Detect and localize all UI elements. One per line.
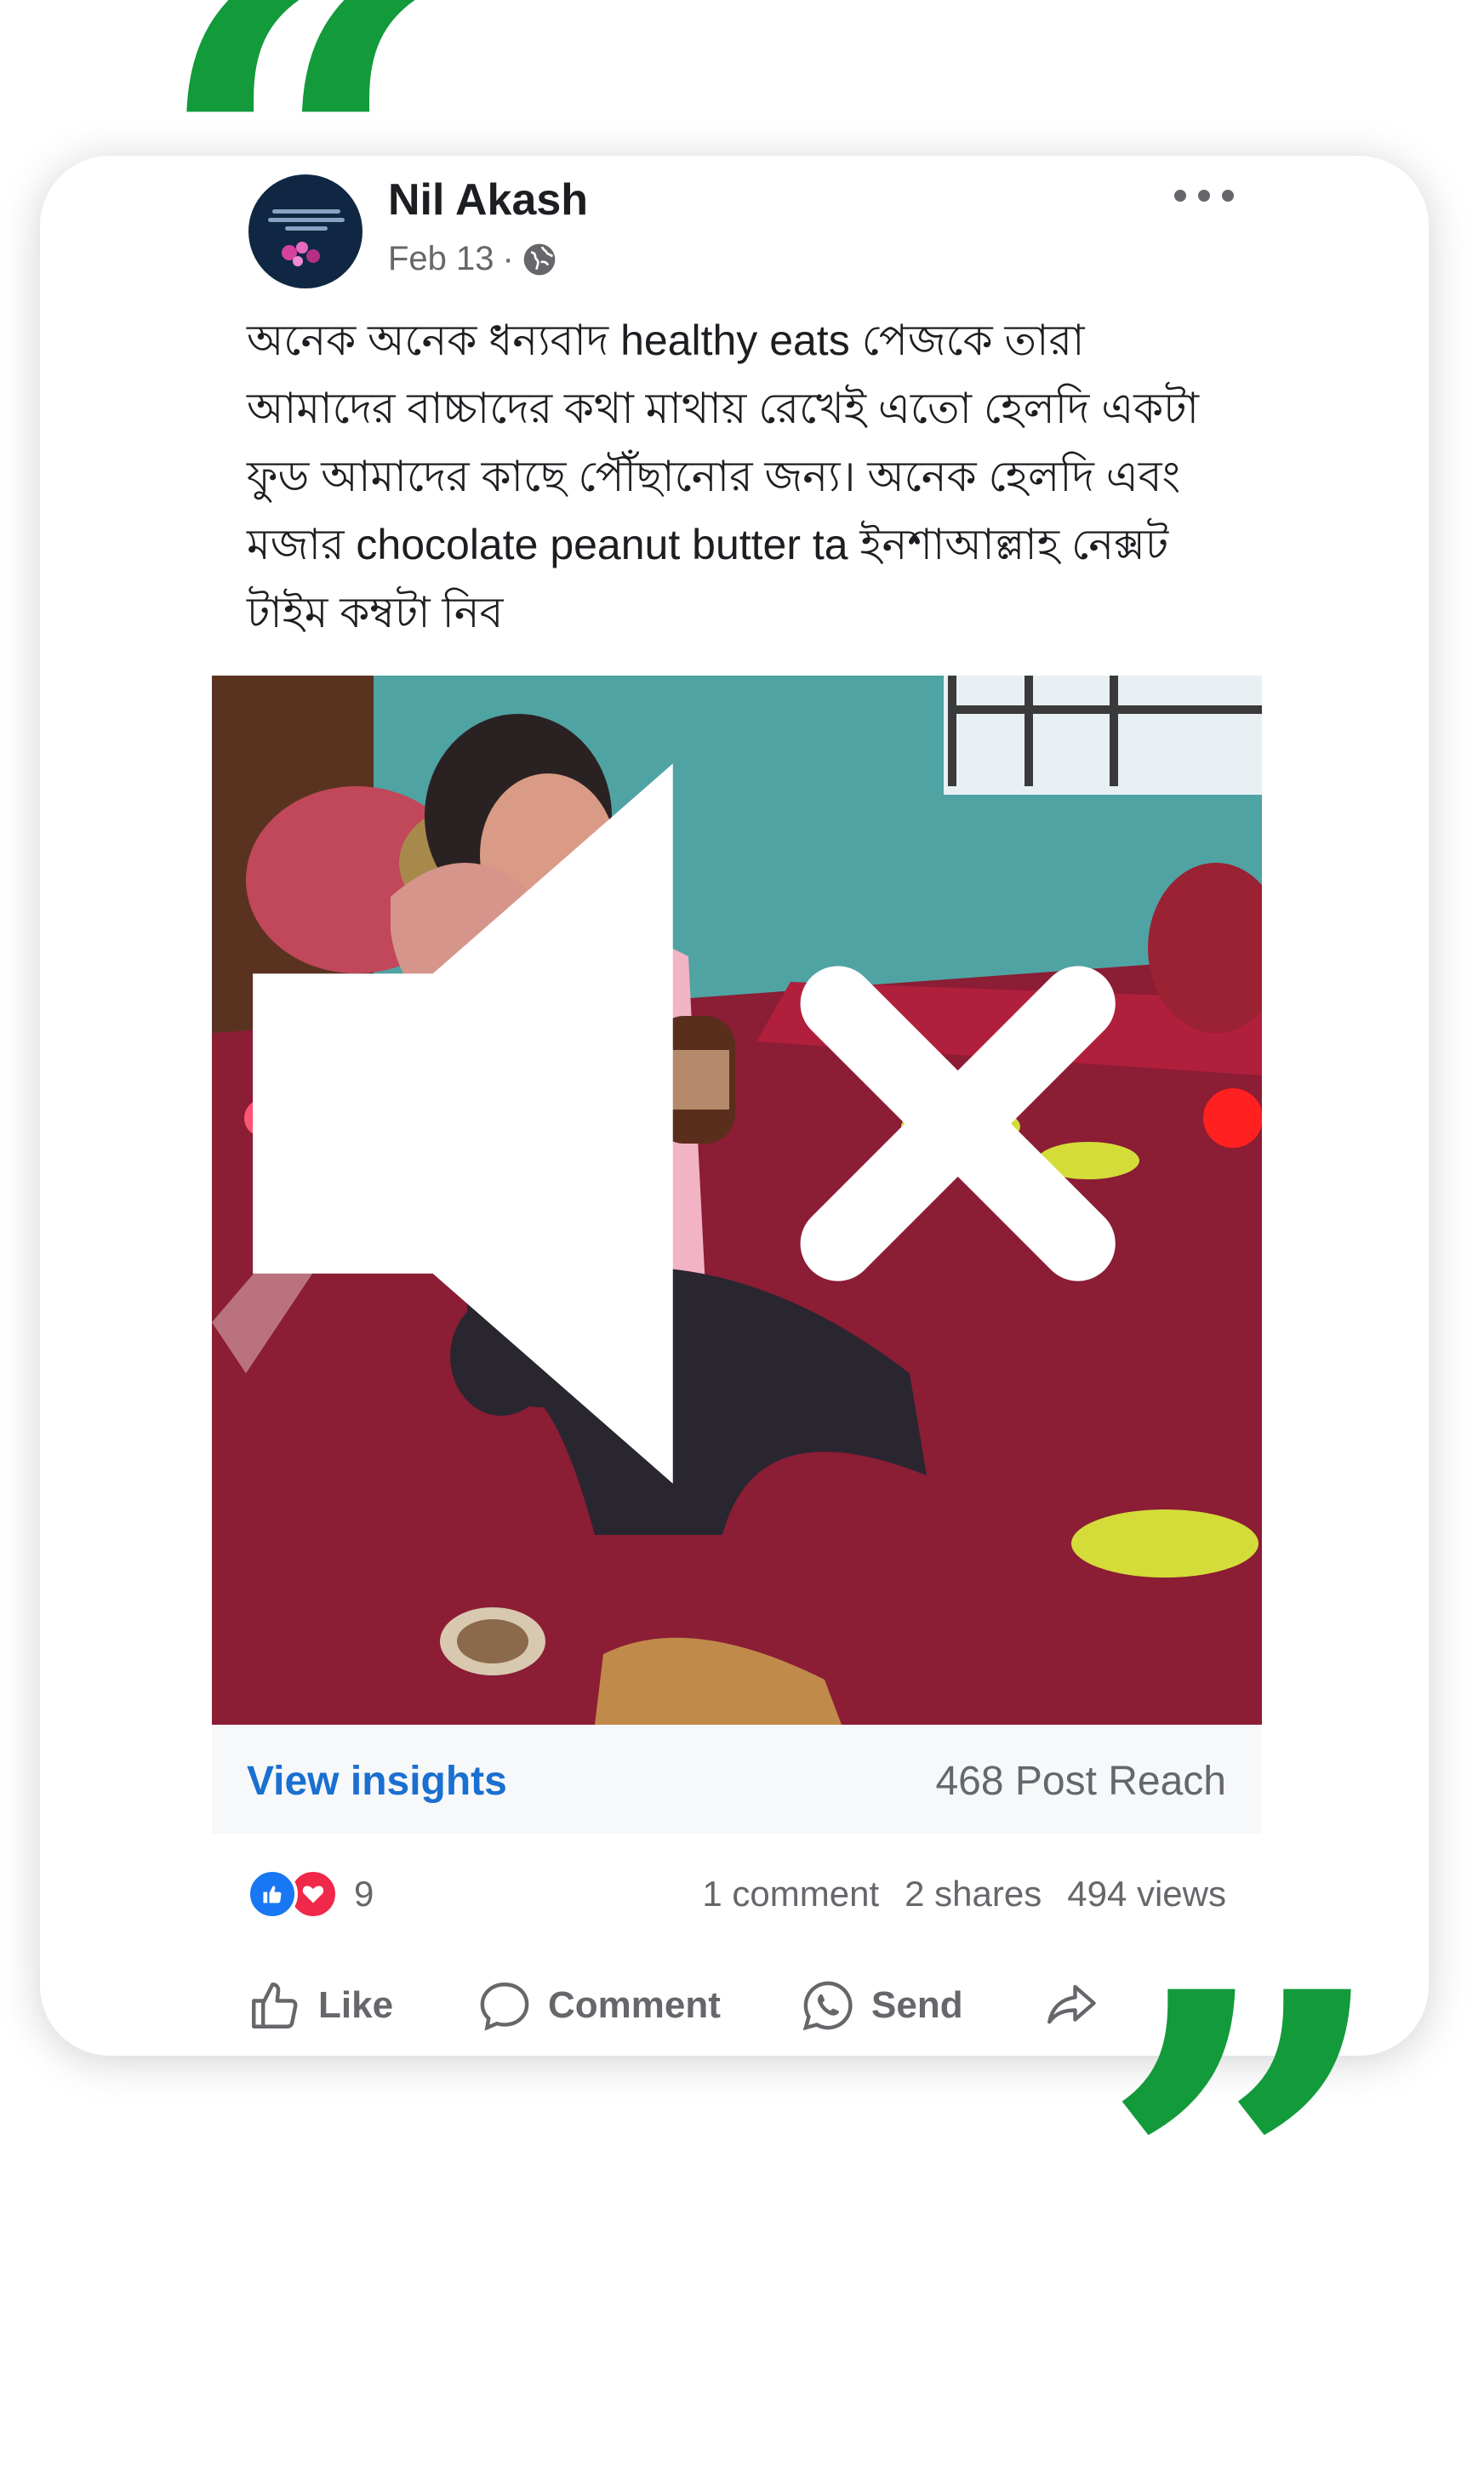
close-quote-mark: ” [1098, 1882, 1392, 2482]
share-button[interactable] [1042, 1977, 1099, 2034]
like-button[interactable]: Like [247, 1977, 393, 2034]
post-reach-count: 468 Post Reach [935, 1759, 1226, 1804]
comment-bubble-icon [480, 1983, 529, 2031]
muted-speaker-icon[interactable] [212, 676, 1228, 1648]
like-reaction-icon [247, 1869, 298, 1920]
comment-label: Comment [548, 1984, 721, 2026]
share-count[interactable]: 2 shares [905, 1874, 1042, 1914]
globe-icon [523, 243, 556, 275]
post-video[interactable] [212, 676, 1262, 1725]
reactions-summary[interactable]: 9 [247, 1869, 374, 1920]
whatsapp-icon [802, 1981, 853, 2031]
comment-button[interactable]: Comment [477, 1977, 721, 2034]
like-label: Like [318, 1984, 394, 2026]
action-bar: Like Comment Send [247, 1976, 1225, 2035]
reaction-count: 9 [354, 1874, 374, 1914]
meta-separator: · [502, 240, 514, 277]
thumbs-up-icon [252, 1983, 298, 2028]
view-insights-link[interactable]: View insights [247, 1758, 507, 1805]
more-dot [1198, 190, 1210, 202]
more-options-button[interactable] [1174, 174, 1234, 217]
open-quote-mark: “ [151, 0, 446, 465]
more-dot [1222, 190, 1234, 202]
send-label: Send [871, 1984, 963, 2026]
comment-count[interactable]: 1 comment [702, 1874, 879, 1914]
send-button[interactable]: Send [800, 1977, 963, 2034]
more-dot [1174, 190, 1186, 202]
share-arrow-icon [1047, 1984, 1096, 2024]
